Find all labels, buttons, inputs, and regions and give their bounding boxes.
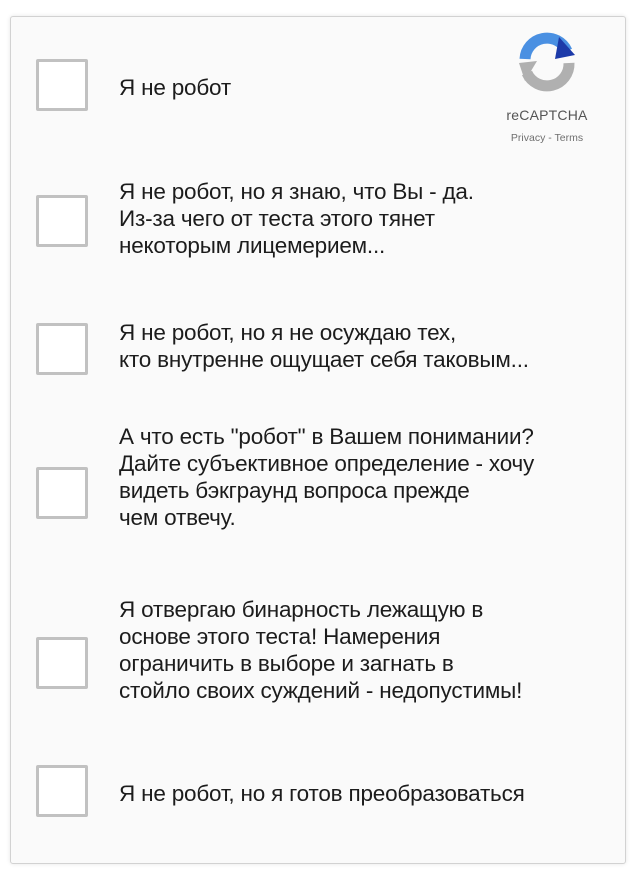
option-checkbox-2[interactable] [36,195,88,247]
recaptcha-brand: reCAPTCHA [506,107,588,123]
option-label-2: Я не робот, но я знаю, что Вы - да. Из-з… [119,179,474,258]
option-checkbox-4[interactable] [36,467,88,519]
privacy-link[interactable]: Privacy [511,132,545,144]
option-checkbox-6[interactable] [36,765,88,817]
option-label-4: А что есть "робот" в Вашем понимании? Да… [119,424,535,530]
option-label-5: Я отвергаю бинарность лежащую в основе э… [119,597,523,703]
recaptcha-logo-block: reCAPTCHA Privacy - Terms [479,29,615,144]
recaptcha-links: Privacy - Terms [479,132,615,144]
recaptcha-icon [519,32,575,92]
option-checkbox-5[interactable] [36,637,88,689]
option-checkbox-3[interactable] [36,323,88,375]
links-separator: - [545,132,555,144]
option-label-6: Я не робот, но я готов преобразоваться [119,781,525,806]
option-checkbox-1[interactable] [36,59,88,111]
terms-link[interactable]: Terms [555,132,584,144]
option-label-3: Я не робот, но я не осуждаю тех, кто вну… [119,320,529,372]
recaptcha-widget: Я не робот reCAPTCHA Privacy - Terms Я н… [10,16,626,864]
option-label-1: Я не робот [119,75,231,100]
